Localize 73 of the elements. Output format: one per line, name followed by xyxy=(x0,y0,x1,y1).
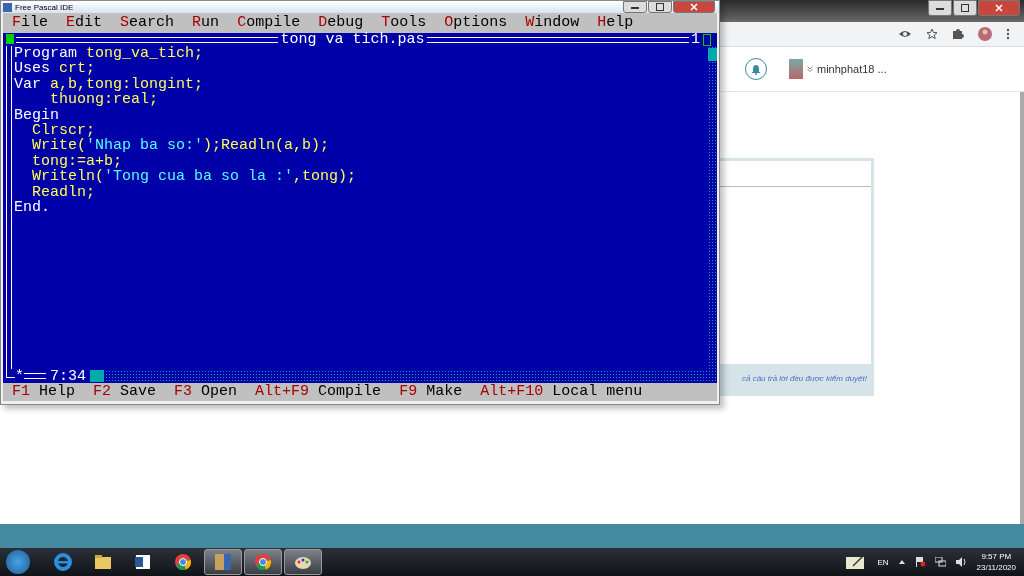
code-line: Program tong_va_tich; xyxy=(14,46,205,62)
file-title: tong va tich.pas xyxy=(280,33,425,46)
bell-icon xyxy=(751,63,761,75)
clock[interactable]: 9:57 PM 23/11/2020 xyxy=(976,551,1016,573)
code-line: tong:=a+b; xyxy=(31,153,123,170)
minimize-button[interactable] xyxy=(928,0,952,16)
code-line: thuong:real; xyxy=(50,92,160,108)
taskbar-button[interactable] xyxy=(284,549,322,575)
chrome-icon xyxy=(253,552,273,572)
more-icon[interactable] xyxy=(1006,28,1010,40)
code-line: Write('Nhap ba so:');Readln(a,b); xyxy=(31,138,331,154)
minimize-icon xyxy=(631,5,639,9)
code-line: Readln; xyxy=(32,184,96,200)
app-icon xyxy=(3,2,12,12)
chrome-icon xyxy=(173,552,193,572)
modified-mark: * xyxy=(15,369,24,383)
code-line: Uses crt; xyxy=(14,61,96,77)
menu-item[interactable]: Options xyxy=(444,15,508,31)
taskbar-button[interactable] xyxy=(244,549,282,575)
restore-icon xyxy=(656,3,664,11)
code-line: Clrscr; xyxy=(32,122,95,139)
speaker-icon[interactable] xyxy=(955,557,967,567)
horizontal-scrollbar[interactable] xyxy=(90,370,717,382)
cheetah-icon xyxy=(213,552,233,572)
maximize-button[interactable] xyxy=(953,0,977,16)
eye-icon[interactable] xyxy=(898,29,912,39)
code-line: Var a,b,tong:longint; xyxy=(14,76,205,93)
puzzle-icon[interactable] xyxy=(952,28,964,40)
menu-item[interactable]: Tools xyxy=(381,15,427,31)
code-line: End. xyxy=(14,199,50,216)
minimize-button[interactable] xyxy=(623,1,647,13)
zoom-button[interactable] xyxy=(703,33,711,46)
menu-item[interactable]: Run xyxy=(192,15,220,31)
restore-icon xyxy=(961,4,969,12)
scroll-bar[interactable] xyxy=(1020,92,1024,524)
maximize-button[interactable] xyxy=(648,1,672,13)
code-line: Begin xyxy=(14,107,59,123)
chevron-icon[interactable] xyxy=(807,66,813,72)
star-icon[interactable] xyxy=(926,28,938,40)
window-title: Free Pascal IDE xyxy=(15,2,74,12)
language-indicator[interactable]: EN xyxy=(877,557,889,567)
up-arrow-icon[interactable] xyxy=(898,560,905,564)
browser-e-icon xyxy=(53,552,73,572)
shortcut-hint[interactable]: F2 Save xyxy=(93,384,157,400)
document-icon xyxy=(133,552,153,572)
username[interactable]: minhphat18 ... xyxy=(817,63,887,75)
close-button[interactable] xyxy=(673,1,715,13)
cursor-position: 7:34 xyxy=(50,369,87,383)
minimize-icon xyxy=(936,6,944,10)
menu-item[interactable]: Help xyxy=(597,15,634,31)
start-button[interactable] xyxy=(6,550,30,574)
close-icon xyxy=(995,4,1003,12)
menu-item[interactable]: Search xyxy=(120,15,175,31)
shortcut-hint[interactable]: Alt+F10 Local menu xyxy=(480,384,643,400)
close-window-button[interactable] xyxy=(6,33,14,46)
folder-icon xyxy=(93,552,113,572)
code-editor[interactable]: Program tong_va_tich; Uses crt; Var a,b,tong:longint; thuong:real; Begin Clrscr; Write('Nhap ba so:');Readln(a,b); tong:=a+b; Writeln('Tong cua ba so la :',tong); Readln; End. xyxy=(12,46,708,369)
avatar-icon[interactable] xyxy=(978,27,992,41)
shortcut-hint[interactable]: F3 Open xyxy=(174,384,238,400)
shortcut-hint[interactable]: F1 Help xyxy=(12,384,76,400)
flag-icon[interactable] xyxy=(914,557,925,567)
menu-item[interactable]: Compile xyxy=(237,15,301,31)
close-icon xyxy=(690,3,698,11)
window-number: 1 xyxy=(691,33,700,46)
menu-item[interactable]: Window xyxy=(525,15,580,31)
menu-item[interactable]: File xyxy=(12,15,49,31)
network-icon[interactable] xyxy=(934,557,946,567)
code-line: Writeln('Tong cua ba so la :',tong); xyxy=(31,169,358,185)
menu-item[interactable]: Debug xyxy=(318,15,364,31)
moderation-notice: cả câu trả lời đều được kiểm duyệt! xyxy=(741,374,867,383)
menu-item[interactable]: Edit xyxy=(66,15,103,31)
shortcut-hint[interactable]: F9 Make xyxy=(399,384,463,400)
shortcut-hint[interactable]: Alt+F9 Compile xyxy=(255,384,382,400)
